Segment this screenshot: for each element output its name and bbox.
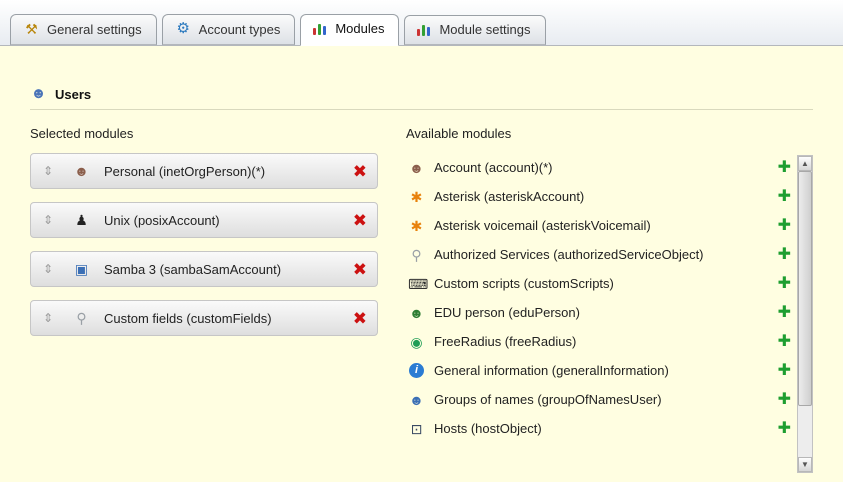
remove-module-button[interactable]: ✖ <box>353 163 367 180</box>
add-module-button[interactable]: ✚ <box>778 363 791 379</box>
bar <box>422 25 425 36</box>
module-label: Unix (posixAccount) <box>104 213 353 228</box>
computer-icon: ⊡ <box>408 421 425 437</box>
bar <box>318 24 321 35</box>
terminal-icon: ⌨ <box>408 276 425 292</box>
module-label: Asterisk voicemail (asteriskVoicemail) <box>434 218 772 233</box>
module-label: Personal (inetOrgPerson)(*) <box>104 164 353 179</box>
available-module-row: ⚲ Authorized Services (authorizedService… <box>406 240 797 269</box>
add-module-button[interactable]: ✚ <box>778 392 791 408</box>
person-icon: ☻ <box>73 163 90 179</box>
drag-handle-icon[interactable]: ⇕ <box>39 213 57 227</box>
user-icon: ☻ <box>30 86 47 102</box>
tab-modules[interactable]: Modules <box>300 14 399 46</box>
tab-general-settings[interactable]: ⚒ General settings <box>10 14 157 45</box>
available-modules-list: Available modules ☻ Account (account)(*)… <box>406 126 797 473</box>
available-modules-column: Available modules ☻ Account (account)(*)… <box>406 126 813 473</box>
add-module-button[interactable]: ✚ <box>778 218 791 234</box>
divider <box>30 109 813 110</box>
signal-icon: ◉ <box>408 334 425 350</box>
remove-module-button[interactable]: ✖ <box>353 261 367 278</box>
scrollbar-thumb[interactable] <box>798 171 812 406</box>
group-icon: ☻ <box>408 392 425 408</box>
modules-icon <box>313 23 328 35</box>
scroll-down-button[interactable]: ▼ <box>798 457 812 472</box>
add-module-button[interactable]: ✚ <box>778 334 791 350</box>
bar <box>427 27 430 36</box>
bar <box>313 28 316 35</box>
add-module-button[interactable]: ✚ <box>778 421 791 437</box>
module-label: Authorized Services (authorizedServiceOb… <box>434 247 772 262</box>
available-module-row: ☻ Groups of names (groupOfNamesUser) ✚ <box>406 385 797 414</box>
module-label: Groups of names (groupOfNamesUser) <box>434 392 772 407</box>
add-module-button[interactable]: ✚ <box>778 276 791 292</box>
module-label: General information (generalInformation) <box>434 363 772 378</box>
selected-module-row[interactable]: ⇕ ⚲ Custom fields (customFields) ✖ <box>30 300 378 336</box>
available-module-row: ✱ Asterisk voicemail (asteriskVoicemail)… <box>406 211 797 240</box>
drag-handle-icon[interactable]: ⇕ <box>39 164 57 178</box>
modules-panel: ☻ Users Selected modules ⇕ ☻ Personal (i… <box>0 46 843 473</box>
drag-handle-icon[interactable]: ⇕ <box>39 262 57 276</box>
module-label: Asterisk (asteriskAccount) <box>434 189 772 204</box>
keys-icon: ⚲ <box>73 310 90 326</box>
tab-bar: ⚒ General settings ⚙ Account types Modul… <box>0 0 843 46</box>
add-module-button[interactable]: ✚ <box>778 189 791 205</box>
remove-module-button[interactable]: ✖ <box>353 310 367 327</box>
available-module-row: ⊡ Hosts (hostObject) ✚ <box>406 414 797 443</box>
module-label: Hosts (hostObject) <box>434 421 772 436</box>
tab-label: Module settings <box>439 22 530 37</box>
drag-handle-icon[interactable]: ⇕ <box>39 311 57 325</box>
module-label: Account (account)(*) <box>434 160 772 175</box>
add-module-button[interactable]: ✚ <box>778 247 791 263</box>
module-label: EDU person (eduPerson) <box>434 305 772 320</box>
module-label: Samba 3 (sambaSamAccount) <box>104 262 353 277</box>
selected-modules-column: Selected modules ⇕ ☻ Personal (inetOrgPe… <box>30 126 378 473</box>
tab-label: Account types <box>199 22 281 37</box>
available-module-row: ✱ Asterisk (asteriskAccount) ✚ <box>406 182 797 211</box>
modules-icon <box>417 24 432 36</box>
keys-icon: ⚲ <box>408 247 425 263</box>
available-module-row: i General information (generalInformatio… <box>406 356 797 385</box>
person-icon: ☻ <box>408 160 425 176</box>
available-modules-heading: Available modules <box>406 126 797 141</box>
users-section-header: ☻ Users <box>30 86 813 102</box>
asterisk-icon: ✱ <box>408 189 425 205</box>
available-module-row: ⌨ Custom scripts (customScripts) ✚ <box>406 269 797 298</box>
tab-module-settings[interactable]: Module settings <box>404 15 545 45</box>
bar <box>323 26 326 35</box>
penguin-icon: ♟ <box>73 212 90 228</box>
remove-module-button[interactable]: ✖ <box>353 212 367 229</box>
tab-label: General settings <box>47 22 142 37</box>
asterisk-icon: ✱ <box>408 218 425 234</box>
available-module-row: ◉ FreeRadius (freeRadius) ✚ <box>406 327 797 356</box>
graduate-icon: ☻ <box>408 305 425 321</box>
info-icon: i <box>409 363 424 378</box>
samba-icon: ▣ <box>73 261 90 277</box>
tab-label: Modules <box>335 21 384 36</box>
module-label: Custom scripts (customScripts) <box>434 276 772 291</box>
wrench-icon: ⚒ <box>23 21 40 37</box>
scrollbar-track[interactable] <box>798 171 812 457</box>
available-module-row: ☻ Account (account)(*) ✚ <box>406 153 797 182</box>
selected-module-row[interactable]: ⇕ ☻ Personal (inetOrgPerson)(*) ✖ <box>30 153 378 189</box>
available-module-row: ☻ EDU person (eduPerson) ✚ <box>406 298 797 327</box>
tab-account-types[interactable]: ⚙ Account types <box>162 14 296 45</box>
selected-module-row[interactable]: ⇕ ♟ Unix (posixAccount) ✖ <box>30 202 378 238</box>
scroll-up-button[interactable]: ▲ <box>798 156 812 171</box>
vertical-scrollbar[interactable]: ▲ ▼ <box>797 155 813 473</box>
bar <box>417 29 420 36</box>
module-label: FreeRadius (freeRadius) <box>434 334 772 349</box>
modules-columns: Selected modules ⇕ ☻ Personal (inetOrgPe… <box>30 126 813 473</box>
module-label: Custom fields (customFields) <box>104 311 353 326</box>
add-module-button[interactable]: ✚ <box>778 160 791 176</box>
selected-module-row[interactable]: ⇕ ▣ Samba 3 (sambaSamAccount) ✖ <box>30 251 378 287</box>
section-title: Users <box>55 87 91 102</box>
add-module-button[interactable]: ✚ <box>778 305 791 321</box>
selected-modules-heading: Selected modules <box>30 126 378 141</box>
gear-icon: ⚙ <box>175 21 192 37</box>
